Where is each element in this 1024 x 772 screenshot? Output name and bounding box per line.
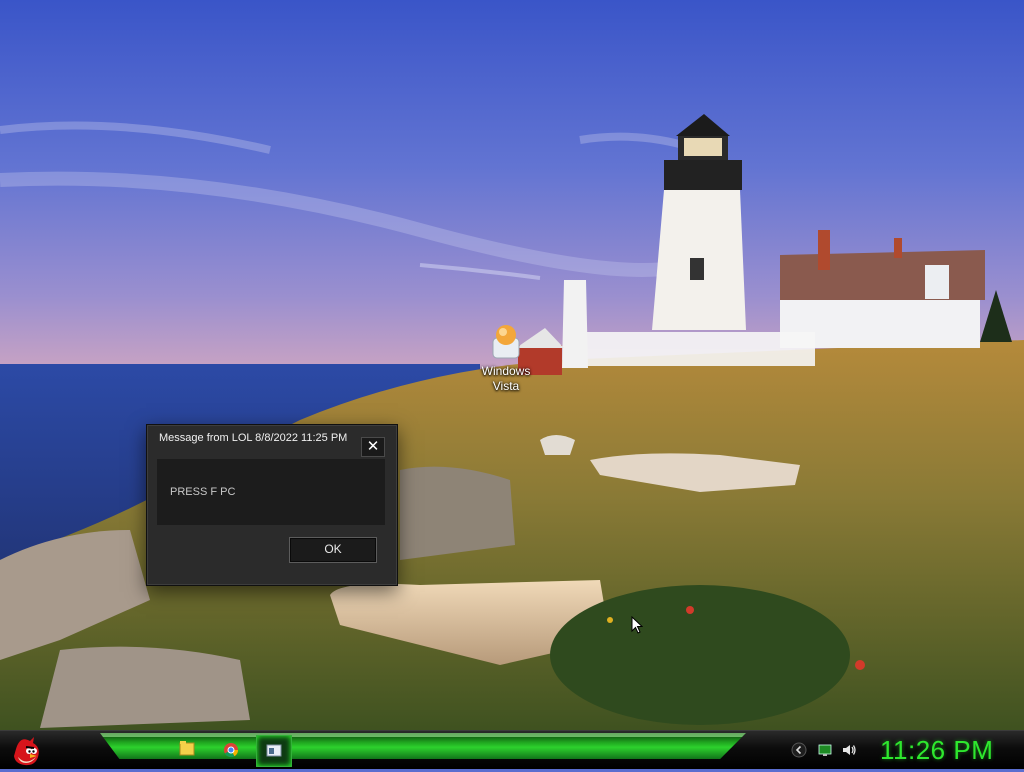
window-app-icon xyxy=(266,744,282,757)
dialog-message: PRESS F PC xyxy=(170,486,236,498)
desktop-icon-windows-vista[interactable]: Windows Vista xyxy=(474,322,538,394)
monitor-icon xyxy=(818,744,832,756)
chrome-icon xyxy=(224,743,239,758)
dialog-title: Message from LOL 8/8/2022 11:25 PM xyxy=(159,432,348,444)
start-button[interactable] xyxy=(8,733,48,767)
mouse-cursor-icon xyxy=(631,615,644,639)
close-button[interactable]: ✕ xyxy=(361,437,385,457)
desktop-icon-label: Windows Vista xyxy=(481,364,531,393)
angry-bird-icon xyxy=(14,737,39,766)
chevron-left-icon xyxy=(791,742,807,758)
ok-button[interactable]: OK xyxy=(289,537,377,563)
taskbar-item-active-window[interactable] xyxy=(256,735,292,767)
tray-chevron-button[interactable] xyxy=(791,742,807,758)
message-dialog: Message from LOL 8/8/2022 11:25 PM ✕ PRE… xyxy=(146,424,398,586)
tray-volume-button[interactable] xyxy=(841,742,857,758)
taskbar-clock[interactable]: 11:26 PM xyxy=(880,735,1000,765)
tray-network-button[interactable] xyxy=(817,742,833,758)
speaker-icon xyxy=(843,745,856,755)
vista-installer-icon xyxy=(489,322,523,362)
close-icon: ✕ xyxy=(366,438,380,455)
taskbar-item-file-explorer[interactable] xyxy=(170,735,204,765)
taskbar-item-chrome[interactable] xyxy=(214,735,248,765)
dialog-content: PRESS F PC xyxy=(157,459,385,525)
folder-icon xyxy=(179,741,195,756)
taskbar: 11:26 PM xyxy=(0,730,1024,769)
dialog-titlebar[interactable]: Message from LOL 8/8/2022 11:25 PM xyxy=(147,425,397,451)
